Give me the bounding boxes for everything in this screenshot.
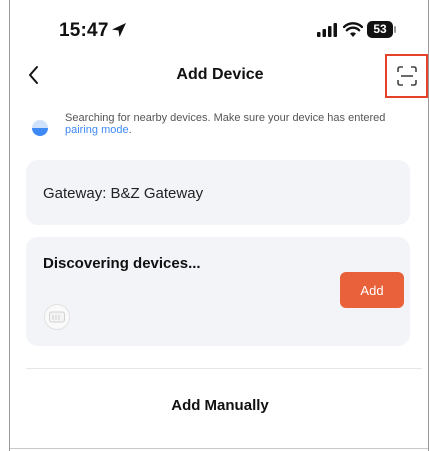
phone-screen: 15:47 53 Add Device Searching for nearby… [9,0,429,451]
notice-message: Searching for nearby devices. Make sure … [65,112,386,124]
cellular-signal-icon [317,23,337,37]
add-button[interactable]: Add [340,272,404,308]
search-notice: Searching for nearby devices. Make sure … [26,112,422,148]
battery-icon: 53 [367,21,397,38]
status-time: 15:47 [59,20,109,41]
divider [26,368,422,369]
location-arrow-icon [112,23,126,37]
add-manually-button[interactable]: Add Manually [10,386,428,426]
gateway-card[interactable]: Gateway: B&Z Gateway [26,160,410,225]
status-bar: 15:47 53 [10,14,428,44]
pairing-mode-link[interactable]: pairing mode [65,124,129,136]
gateway-label: Gateway: B&Z Gateway [43,185,204,202]
gateway-device-icon [49,311,65,323]
searching-spinner-icon [32,120,48,136]
scan-button[interactable] [385,54,428,98]
discovery-card: Discovering devices... Add [26,237,410,346]
page-title: Add Device [176,66,264,83]
bottom-rule [10,448,428,449]
notice-text: Searching for nearby devices. Make sure … [65,112,410,136]
battery-cap [394,26,396,33]
nav-bar: Add Device [10,54,428,98]
discovery-title: Discovering devices... [43,255,201,272]
battery-level: 53 [367,21,393,38]
wifi-icon [343,22,363,37]
scan-frame-icon [396,66,417,86]
device-thumbnail-icon [44,304,70,330]
notice-suffix: . [128,124,132,136]
